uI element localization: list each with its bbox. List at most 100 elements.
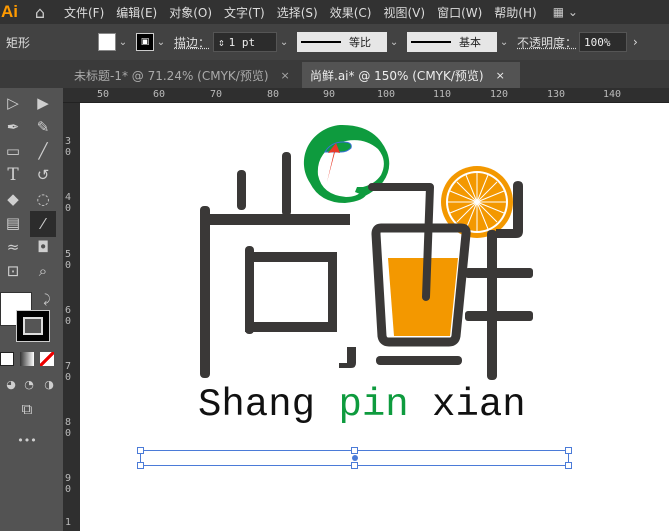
shape-builder-tool-icon[interactable]: ◘ <box>32 236 54 258</box>
slogan-word-shang: Shang <box>198 383 339 427</box>
tab-label: 未标题-1* @ 71.24% (CMYK/预览) <box>74 68 269 83</box>
stroke-weight-input[interactable]: ⇕ 1 pt <box>213 32 278 52</box>
none-mode-icon[interactable] <box>40 352 54 366</box>
selection-tool-icon[interactable]: ▷ <box>2 92 24 114</box>
stroke-weight-dropdown[interactable]: ⌄ <box>277 37 291 48</box>
resize-handle[interactable] <box>351 462 358 469</box>
ruler-label: 100 <box>377 89 396 100</box>
brush-dropdown[interactable]: ⌄ <box>497 37 511 48</box>
eyedropper-tool-icon[interactable]: ⁄ <box>30 211 56 237</box>
stroke-dropdown[interactable]: ⌄ <box>154 37 168 48</box>
draw-behind-icon[interactable]: ◔ <box>18 374 40 396</box>
profile-label: 等比 <box>349 36 372 49</box>
ruler-label: 5 0 <box>65 249 72 271</box>
ruler-label: 7 0 <box>65 361 72 383</box>
logo-green-leaf <box>303 124 390 203</box>
rotate-tool-icon[interactable]: ↺ <box>32 164 54 186</box>
ruler-label: 70 <box>210 89 223 100</box>
document-tabs: 未标题-1* @ 71.24% (CMYK/预览) × 尚鲜.ai* @ 150%… <box>0 60 669 88</box>
swap-colors-icon[interactable]: ⤸ <box>36 288 58 310</box>
menu-edit[interactable]: 编辑(E) <box>110 4 163 21</box>
home-icon[interactable]: ⌂ <box>22 3 58 22</box>
object-type-label: 矩形 <box>6 35 31 50</box>
opacity-input[interactable]: 100% <box>579 32 628 52</box>
ruler-label: 120 <box>490 89 509 100</box>
tab-label: 尚鲜.ai* @ 150% (CMYK/预览) <box>310 68 484 83</box>
ruler-label: 3 0 <box>65 136 72 158</box>
menu-view[interactable]: 视图(V) <box>377 4 431 21</box>
menu-window[interactable]: 窗口(W) <box>431 4 488 21</box>
opacity-label[interactable]: 不透明度： <box>517 34 577 51</box>
direct-selection-tool-icon[interactable]: ▶ <box>32 92 54 114</box>
gradient-mode-icon[interactable] <box>20 352 34 366</box>
zoom-tool-icon[interactable]: ⌕ <box>32 260 54 282</box>
brush-label: 基本 <box>459 36 482 49</box>
fill-dropdown[interactable]: ⌄ <box>116 37 130 48</box>
slogan-text[interactable]: Shang pin xian <box>198 383 526 427</box>
gradient-tool-icon[interactable]: ▤ <box>2 212 24 234</box>
workspace-switcher-icon[interactable]: ▦ ⌄ <box>553 5 578 19</box>
ruler-label: 50 <box>97 89 110 100</box>
ruler-label: 1 <box>65 517 72 528</box>
resize-handle[interactable] <box>137 447 144 454</box>
stroke-label[interactable]: 描边： <box>174 34 210 51</box>
tab-untitled[interactable]: 未标题-1* @ 71.24% (CMYK/预览) × <box>66 62 300 88</box>
ruler-label: 140 <box>603 89 622 100</box>
resize-handle[interactable] <box>565 447 572 454</box>
ruler-label: 6 0 <box>65 305 72 327</box>
ruler-label: 110 <box>433 89 452 100</box>
eraser-tool-icon[interactable]: ◆ <box>2 188 24 210</box>
draw-inside-icon[interactable]: ◑ <box>38 374 60 396</box>
stroke-weight-value: 1 pt <box>228 35 256 49</box>
puppet-warp-tool-icon[interactable]: ≈ <box>2 236 24 258</box>
menu-select[interactable]: 选择(S) <box>271 4 324 21</box>
close-icon[interactable]: × <box>281 69 290 82</box>
menu-file[interactable]: 文件(F) <box>58 4 110 21</box>
slogan-word-xian: xian <box>408 383 526 427</box>
paintbrush-tool-icon[interactable]: ╱ <box>32 140 54 162</box>
menu-type[interactable]: 文字(T) <box>218 4 271 21</box>
tab-shangxian[interactable]: 尚鲜.ai* @ 150% (CMYK/预览) × <box>302 62 520 88</box>
toolbar: ▷ ▶ ✒ ✎ ▭ ╱ T ↺ ◆ ◌ ▤ ⁄ ≈ ◘ ⊡ ⌕ ⤸ ◕ ◔ ◑ … <box>0 88 62 531</box>
resize-handle[interactable] <box>137 462 144 469</box>
ruler-label: 130 <box>547 89 566 100</box>
menu-object[interactable]: 对象(O) <box>163 4 218 21</box>
menu-bar: Ai ⌂ 文件(F) 编辑(E) 对象(O) 文字(T) 选择(S) 效果(C)… <box>0 0 669 24</box>
type-tool-icon[interactable]: T <box>2 164 24 186</box>
artboard[interactable]: Shang pin xian <box>80 103 669 531</box>
rectangle-tool-icon[interactable]: ▭ <box>2 140 24 162</box>
resize-handle[interactable] <box>565 462 572 469</box>
menu-help[interactable]: 帮助(H) <box>488 4 542 21</box>
profile-dropdown[interactable]: ⌄ <box>387 37 401 48</box>
control-panel: 矩形 ⌄ ▣ ⌄ 描边： ⇕ 1 pt ⌄ 等比 ⌄ 基本 ⌄ 不透明度： 100… <box>0 24 669 60</box>
lasso-tool-icon[interactable]: ◌ <box>32 188 54 210</box>
stroke-swatch[interactable]: ▣ <box>136 33 154 51</box>
ruler-label: 4 0 <box>65 192 72 214</box>
screen-mode-icon[interactable]: ⧉ <box>16 398 38 420</box>
resize-handle[interactable] <box>351 447 358 454</box>
more-arrow-icon[interactable]: › <box>633 35 638 49</box>
stroke-color-box[interactable] <box>16 310 50 342</box>
pen-tool-icon[interactable]: ✒ <box>2 116 24 138</box>
brush-definition[interactable]: 基本 <box>407 32 498 52</box>
horizontal-ruler: 50 60 70 80 90 100 110 120 130 140 <box>63 88 669 103</box>
ruler-label: 90 <box>323 89 336 100</box>
ruler-label: 9 0 <box>65 473 72 495</box>
logo-character-shang <box>200 152 356 378</box>
center-point <box>352 455 358 461</box>
close-icon[interactable]: × <box>496 69 505 82</box>
variable-width-profile[interactable]: 等比 <box>297 32 388 52</box>
slogan-word-pin: pin <box>338 383 409 427</box>
more-tools-icon[interactable]: ••• <box>16 430 38 452</box>
artboard-tool-icon[interactable]: ⊡ <box>2 260 24 282</box>
fill-swatch[interactable] <box>98 33 116 51</box>
selected-rectangle[interactable] <box>137 447 572 469</box>
curvature-tool-icon[interactable]: ✎ <box>32 116 54 138</box>
vertical-ruler: 3 0 4 0 5 0 6 0 7 0 8 0 9 0 1 <box>63 103 80 531</box>
app-logo: Ai <box>1 2 18 21</box>
ruler-label: 60 <box>153 89 166 100</box>
menu-effect[interactable]: 效果(C) <box>324 4 378 21</box>
logo-artwork[interactable] <box>80 103 669 531</box>
ruler-label: 8 0 <box>65 417 72 439</box>
color-mode-icon[interactable] <box>0 352 14 366</box>
